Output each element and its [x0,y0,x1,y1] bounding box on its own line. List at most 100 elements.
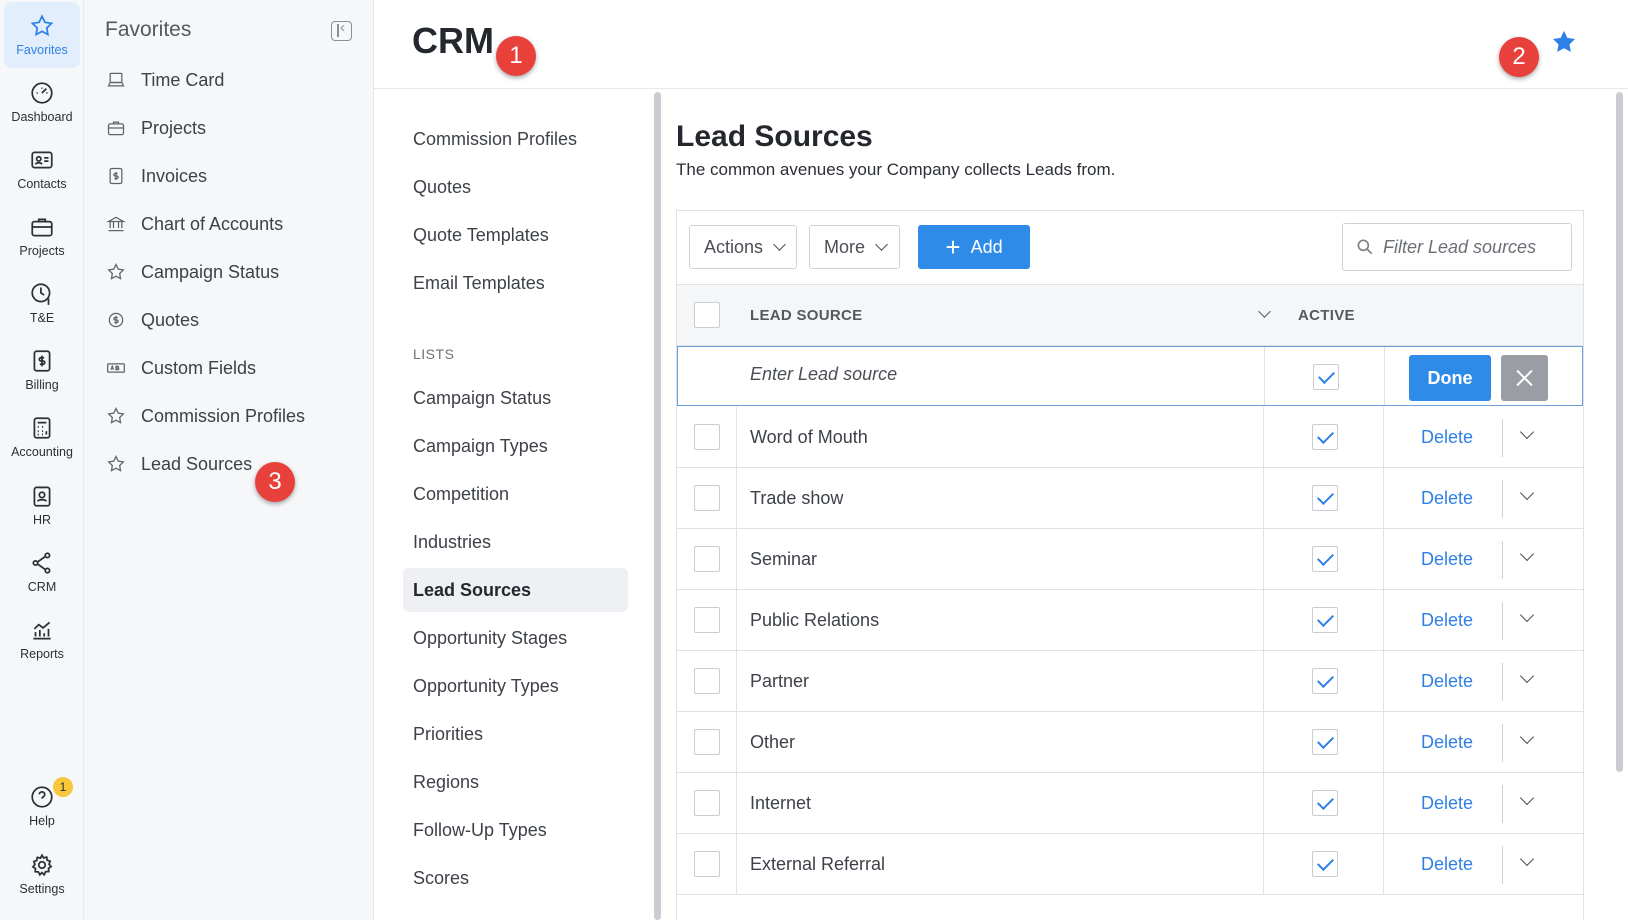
rail-item-contacts[interactable]: Contacts [4,136,80,202]
nav-item-quotes[interactable]: Quotes [403,165,628,209]
header-divider [374,88,1628,89]
rail-item-projects[interactable]: Projects [4,203,80,269]
column-header-lead-source[interactable]: LEAD SOURCE [750,307,862,324]
delete-link[interactable]: Delete [1421,549,1473,570]
nav-item-regions[interactable]: Regions [403,760,628,804]
nav-item-quote-templates[interactable]: Quote Templates [403,213,628,257]
nav-item-follow-up-types[interactable]: Follow-Up Types [403,808,628,852]
nav-item-opportunity-stages[interactable]: Opportunity Stages [403,616,628,660]
table-row[interactable]: Partner Delete [677,651,1583,712]
nav-item-scores[interactable]: Scores [403,856,628,900]
rail-item-accounting[interactable]: Accounting [4,404,80,470]
favorite-item-time-card[interactable]: Time Card [105,63,224,97]
delete-link[interactable]: Delete [1421,671,1473,692]
active-checkbox[interactable] [1312,851,1338,877]
delete-link[interactable]: Delete [1421,793,1473,814]
nav-item-competition[interactable]: Competition [403,472,628,516]
delete-link[interactable]: Delete [1421,488,1473,509]
table-row[interactable]: Seminar Delete [677,529,1583,590]
rail-item-help[interactable]: Help 1 [4,773,80,839]
active-checkbox[interactable] [1312,424,1338,450]
rail-item-te[interactable]: T&E [4,270,80,336]
chevron-down-icon[interactable] [1519,485,1535,501]
main-scrollbar[interactable] [1616,92,1623,772]
favorite-item-lead-sources[interactable]: Lead Sources [105,447,252,481]
table-row[interactable]: Trade show Delete [677,468,1583,529]
nav-scrollbar[interactable] [654,92,661,920]
active-checkbox[interactable] [1312,546,1338,572]
row-select-checkbox[interactable] [694,485,720,511]
active-checkbox[interactable] [1312,790,1338,816]
add-button[interactable]: + Add [918,225,1030,269]
favorite-item-commission-profiles[interactable]: Commission Profiles [105,399,305,433]
favorite-item-projects[interactable]: Projects [105,111,206,145]
favorite-item-quotes[interactable]: Quotes [105,303,199,337]
nav-item-industries[interactable]: Industries [403,520,628,564]
content-subtitle: The common avenues your Company collects… [676,160,1116,179]
active-checkbox[interactable] [1313,364,1339,390]
active-checkbox[interactable] [1312,729,1338,755]
row-select-checkbox[interactable] [694,790,720,816]
rail-item-hr[interactable]: HR [4,472,80,538]
active-checkbox[interactable] [1312,607,1338,633]
rail-item-settings[interactable]: Settings [4,841,80,907]
active-checkbox[interactable] [1312,485,1338,511]
nav-item-campaign-types[interactable]: Campaign Types [403,424,628,468]
delete-link[interactable]: Delete [1421,854,1473,875]
nav-item-email-templates[interactable]: Email Templates [403,261,628,305]
chevron-down-icon[interactable] [1258,305,1271,318]
favorite-item-invoices[interactable]: Invoices [105,159,207,193]
row-select-checkbox[interactable] [694,424,720,450]
favorite-item-chart-of-accounts[interactable]: Chart of Accounts [105,207,283,241]
rail-item-favorites[interactable]: Favorites [4,2,80,68]
rail-item-crm[interactable]: CRM [4,539,80,605]
table-row[interactable]: Public Relations Delete [677,590,1583,651]
favorite-item-custom-fields[interactable]: Custom Fields [105,351,256,385]
select-all-checkbox[interactable] [694,302,720,328]
column-header-active[interactable]: ACTIVE [1298,307,1355,324]
collapse-panel-button[interactable] [331,19,352,41]
delete-link[interactable]: Delete [1421,610,1473,631]
favorite-item-campaign-status[interactable]: Campaign Status [105,255,279,289]
chevron-down-icon[interactable] [1519,790,1535,806]
chevron-down-icon[interactable] [1519,851,1535,867]
nav-item-campaign-status[interactable]: Campaign Status [403,376,628,420]
filter-field[interactable] [1342,223,1572,271]
done-button[interactable]: Done [1409,355,1491,401]
row-select-checkbox[interactable] [694,851,720,877]
cancel-button[interactable] [1501,355,1548,401]
rail-item-billing[interactable]: Billing [4,337,80,403]
nav-item-commission-profiles[interactable]: Commission Profiles [403,117,628,161]
delete-link[interactable]: Delete [1421,427,1473,448]
active-checkbox[interactable] [1312,668,1338,694]
rail-label: Settings [19,882,65,896]
row-select-checkbox[interactable] [694,668,720,694]
favorite-item-label: Custom Fields [141,357,257,378]
favorite-star-button[interactable] [1550,28,1578,56]
row-select-checkbox[interactable] [694,607,720,633]
chevron-down-icon[interactable] [1519,668,1535,684]
lead-source-input[interactable] [750,364,1150,385]
chevron-down-icon[interactable] [1519,424,1535,440]
table-row[interactable]: External Referral Delete [677,834,1583,895]
row-select-checkbox[interactable] [694,546,720,572]
table-row[interactable]: Other Delete [677,712,1583,773]
filter-input[interactable] [1383,236,1563,258]
more-dropdown[interactable]: More [809,225,900,269]
rail-item-dashboard[interactable]: Dashboard [4,69,80,135]
nav-item-lead-sources[interactable]: Lead Sources [403,568,628,612]
rail-item-reports[interactable]: Reports [4,606,80,672]
chevron-down-icon[interactable] [1519,546,1535,562]
chevron-down-icon[interactable] [1519,607,1535,623]
actions-label: Actions [704,236,764,257]
delete-link[interactable]: Delete [1421,732,1473,753]
rail-label: CRM [27,580,57,594]
nav-item-opportunity-types[interactable]: Opportunity Types [403,664,628,708]
row-select-checkbox[interactable] [694,729,720,755]
nav-item-priorities[interactable]: Priorities [403,712,628,756]
actions-dropdown[interactable]: Actions [689,225,797,269]
chevron-down-icon[interactable] [1519,729,1535,745]
table-row[interactable]: Internet Delete [677,773,1583,834]
table-row[interactable]: Word of Mouth Delete [677,407,1583,468]
favorites-panel: Favorites Time Card Projects Invoices Ch… [84,0,374,920]
